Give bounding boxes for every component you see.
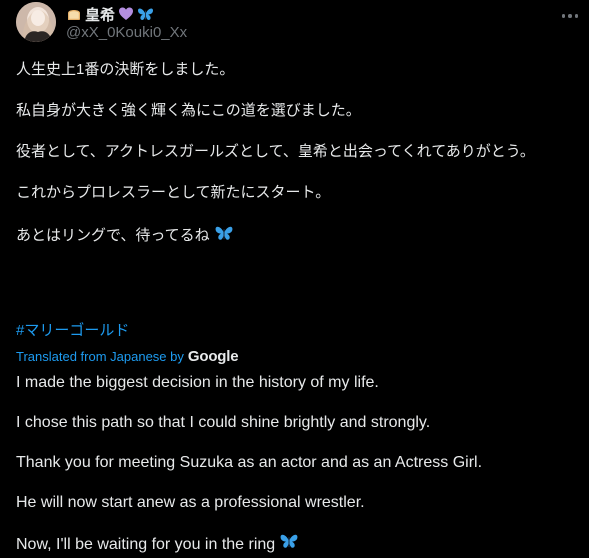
post-line: あとはリングで、待ってるね [16, 227, 210, 244]
translated-line: I chose this path so that I could shine … [16, 414, 431, 431]
translation-label: Translated from Japanese by [16, 348, 184, 364]
tweet: 皇希 @xX_0Kouki0_Xx 人生史上1番の決断をしました。 私自身が大き… [0, 0, 589, 558]
google-logo: Google [187, 347, 239, 365]
translated-line: Now, I'll be waiting for you in the ring [16, 535, 276, 553]
translated-line: I made the biggest decision in the histo… [16, 374, 379, 391]
butterfly-emoji [214, 224, 234, 248]
user-handle[interactable]: @xX_0Kouki0_Xx [66, 24, 187, 41]
post-line: これからプロレスラーとして新たにスタート。 [16, 184, 331, 201]
hashtag-link[interactable]: #マリーゴールド [16, 321, 129, 341]
translation-attribution[interactable]: Translated from Japanese by Google [16, 346, 239, 366]
bread-emoji [66, 6, 82, 22]
purple-heart-emoji [118, 6, 134, 22]
post-line: 私自身が大きく強く輝く為にこの道を選びました。 [16, 102, 361, 119]
post-line-last: あとはリングで、待ってるね [16, 224, 581, 248]
butterfly-emoji [137, 6, 154, 22]
translated-line-last: Now, I'll be waiting for you in the ring [16, 532, 581, 557]
display-name-text: 皇希 [85, 6, 116, 24]
post-line: 人生史上1番の決断をしました。 [16, 61, 235, 78]
translated-line: He will now start anew as a professional… [16, 494, 365, 511]
avatar-photo [16, 2, 56, 42]
display-name[interactable]: 皇希 [66, 4, 154, 24]
post-text: 人生史上1番の決断をしました。 私自身が大きく強く輝く為にこの道を選びました。 … [16, 60, 581, 269]
translated-line: Thank you for meeting Suzuka as an actor… [16, 454, 483, 471]
avatar[interactable] [16, 2, 56, 42]
butterfly-emoji [279, 532, 299, 557]
more-options-icon[interactable] [558, 6, 582, 26]
post-line: 役者として、アクトレスガールズとして、皇希と出会ってくれてありがとう。 [16, 143, 535, 160]
